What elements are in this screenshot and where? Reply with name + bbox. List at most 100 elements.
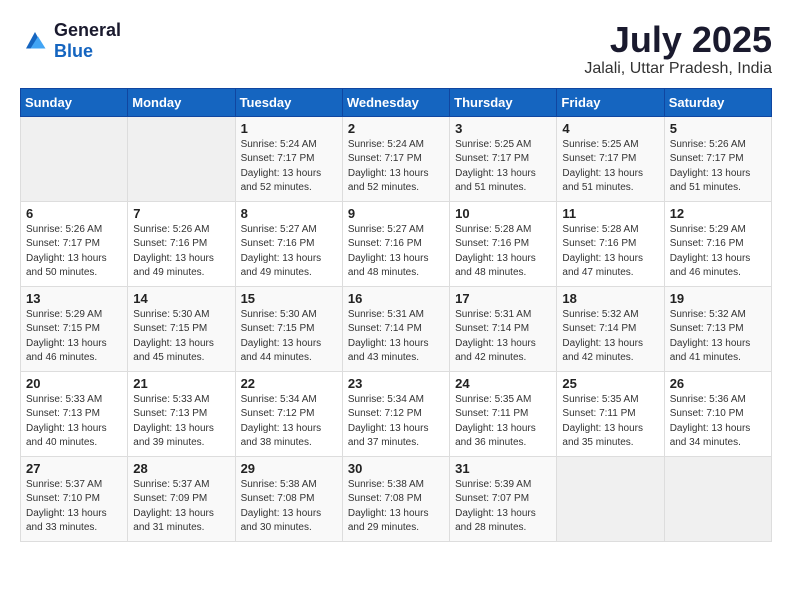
weekday-header-sunday: Sunday [21,88,128,116]
calendar-cell: 11 Sunrise: 5:28 AMSunset: 7:16 PMDayligh… [557,201,664,286]
day-info: Sunrise: 5:28 AMSunset: 7:16 PMDaylight:… [562,223,658,281]
calendar-cell: 2 Sunrise: 5:24 AMSunset: 7:17 PMDaylight… [342,116,449,201]
day-number: 31 [455,461,551,476]
day-number: 20 [26,376,122,391]
calendar-cell: 9 Sunrise: 5:27 AMSunset: 7:16 PMDaylight… [342,201,449,286]
calendar-table: SundayMondayTuesdayWednesdayThursdayFrid… [20,88,772,542]
day-info: Sunrise: 5:30 AMSunset: 7:15 PMDaylight:… [133,308,229,366]
calendar-cell: 14 Sunrise: 5:30 AMSunset: 7:15 PMDayligh… [128,286,235,371]
day-number: 13 [26,291,122,306]
day-info: Sunrise: 5:29 AMSunset: 7:16 PMDaylight:… [670,223,766,281]
day-number: 25 [562,376,658,391]
day-number: 12 [670,206,766,221]
day-info: Sunrise: 5:34 AMSunset: 7:12 PMDaylight:… [348,393,444,451]
calendar-cell: 10Sunrise: 5:28 AMSunset: 7:16 PMDayligh… [450,201,557,286]
day-info: Sunrise: 5:37 AMSunset: 7:10 PMDaylight:… [26,478,122,536]
calendar-cell: 29 Sunrise: 5:38 AMSunset: 7:08 PMDayligh… [235,456,342,541]
calendar-cell: 3 Sunrise: 5:25 AMSunset: 7:17 PMDaylight… [450,116,557,201]
day-number: 16 [348,291,444,306]
day-number: 29 [241,461,337,476]
day-info: Sunrise: 5:39 AMSunset: 7:07 PMDaylight:… [455,478,551,536]
day-number: 26 [670,376,766,391]
calendar-cell: 31 Sunrise: 5:39 AMSunset: 7:07 PMDayligh… [450,456,557,541]
calendar-cell: 28 Sunrise: 5:37 AMSunset: 7:09 PMDayligh… [128,456,235,541]
calendar-cell: 27 Sunrise: 5:37 AMSunset: 7:10 PMDayligh… [21,456,128,541]
day-number: 23 [348,376,444,391]
day-info: Sunrise: 5:33 AMSunset: 7:13 PMDaylight:… [26,393,122,451]
day-info: Sunrise: 5:30 AMSunset: 7:15 PMDaylight:… [241,308,337,366]
day-number: 3 [455,121,551,136]
calendar-cell: 4 Sunrise: 5:25 AMSunset: 7:17 PMDaylight… [557,116,664,201]
weekday-header-saturday: Saturday [664,88,771,116]
calendar-week-5: 27 Sunrise: 5:37 AMSunset: 7:10 PMDayligh… [21,456,772,541]
day-info: Sunrise: 5:24 AMSunset: 7:17 PMDaylight:… [241,138,337,196]
day-number: 19 [670,291,766,306]
calendar-cell: 1 Sunrise: 5:24 AMSunset: 7:17 PMDaylight… [235,116,342,201]
calendar-cell: 24Sunrise: 5:35 AMSunset: 7:11 PMDayligh… [450,371,557,456]
weekday-header-friday: Friday [557,88,664,116]
month-title: July 2025 [584,20,772,60]
day-number: 27 [26,461,122,476]
day-number: 10 [455,206,551,221]
calendar-cell: 16Sunrise: 5:31 AMSunset: 7:14 PMDayligh… [342,286,449,371]
calendar-cell: 8 Sunrise: 5:27 AMSunset: 7:16 PMDaylight… [235,201,342,286]
calendar-cell: 13 Sunrise: 5:29 AMSunset: 7:15 PMDayligh… [21,286,128,371]
day-number: 5 [670,121,766,136]
logo-general: General [54,20,121,40]
calendar-cell: 30Sunrise: 5:38 AMSunset: 7:08 PMDayligh… [342,456,449,541]
logo-icon [20,26,50,56]
calendar-cell [664,456,771,541]
calendar-cell: 6Sunrise: 5:26 AMSunset: 7:17 PMDaylight… [21,201,128,286]
calendar-cell: 23 Sunrise: 5:34 AMSunset: 7:12 PMDayligh… [342,371,449,456]
calendar-cell: 18 Sunrise: 5:32 AMSunset: 7:14 PMDayligh… [557,286,664,371]
calendar-week-3: 13 Sunrise: 5:29 AMSunset: 7:15 PMDayligh… [21,286,772,371]
day-number: 30 [348,461,444,476]
weekday-header-thursday: Thursday [450,88,557,116]
day-number: 18 [562,291,658,306]
day-number: 6 [26,206,122,221]
calendar-cell [557,456,664,541]
calendar-cell: 20 Sunrise: 5:33 AMSunset: 7:13 PMDayligh… [21,371,128,456]
calendar-week-4: 20 Sunrise: 5:33 AMSunset: 7:13 PMDayligh… [21,371,772,456]
day-info: Sunrise: 5:26 AMSunset: 7:17 PMDaylight:… [670,138,766,196]
day-number: 4 [562,121,658,136]
location-title: Jalali, Uttar Pradesh, India [584,60,772,78]
weekday-header-monday: Monday [128,88,235,116]
calendar-cell [128,116,235,201]
calendar-cell: 15 Sunrise: 5:30 AMSunset: 7:15 PMDayligh… [235,286,342,371]
day-info: Sunrise: 5:36 AMSunset: 7:10 PMDaylight:… [670,393,766,451]
day-info: Sunrise: 5:27 AMSunset: 7:16 PMDaylight:… [348,223,444,281]
day-info: Sunrise: 5:35 AMSunset: 7:11 PMDaylight:… [562,393,658,451]
day-number: 1 [241,121,337,136]
day-info: Sunrise: 5:37 AMSunset: 7:09 PMDaylight:… [133,478,229,536]
calendar-week-2: 6Sunrise: 5:26 AMSunset: 7:17 PMDaylight… [21,201,772,286]
day-info: Sunrise: 5:35 AMSunset: 7:11 PMDaylight:… [455,393,551,451]
day-number: 15 [241,291,337,306]
day-info: Sunrise: 5:38 AMSunset: 7:08 PMDaylight:… [241,478,337,536]
day-info: Sunrise: 5:24 AMSunset: 7:17 PMDaylight:… [348,138,444,196]
day-info: Sunrise: 5:32 AMSunset: 7:14 PMDaylight:… [562,308,658,366]
day-number: 2 [348,121,444,136]
day-number: 11 [562,206,658,221]
day-number: 9 [348,206,444,221]
day-number: 28 [133,461,229,476]
day-info: Sunrise: 5:25 AMSunset: 7:17 PMDaylight:… [455,138,551,196]
calendar-cell: 19Sunrise: 5:32 AMSunset: 7:13 PMDayligh… [664,286,771,371]
day-number: 8 [241,206,337,221]
calendar-cell: 17Sunrise: 5:31 AMSunset: 7:14 PMDayligh… [450,286,557,371]
page-header: General Blue July 2025 Jalali, Uttar Pra… [20,20,772,78]
day-info: Sunrise: 5:26 AMSunset: 7:16 PMDaylight:… [133,223,229,281]
day-number: 14 [133,291,229,306]
calendar-cell: 21Sunrise: 5:33 AMSunset: 7:13 PMDayligh… [128,371,235,456]
day-info: Sunrise: 5:29 AMSunset: 7:15 PMDaylight:… [26,308,122,366]
logo-blue: Blue [54,41,93,61]
calendar-cell: 5 Sunrise: 5:26 AMSunset: 7:17 PMDaylight… [664,116,771,201]
day-info: Sunrise: 5:34 AMSunset: 7:12 PMDaylight:… [241,393,337,451]
logo: General Blue [20,20,121,62]
calendar-cell: 12 Sunrise: 5:29 AMSunset: 7:16 PMDayligh… [664,201,771,286]
calendar-header-row: SundayMondayTuesdayWednesdayThursdayFrid… [21,88,772,116]
day-info: Sunrise: 5:27 AMSunset: 7:16 PMDaylight:… [241,223,337,281]
day-info: Sunrise: 5:25 AMSunset: 7:17 PMDaylight:… [562,138,658,196]
calendar-cell: 22Sunrise: 5:34 AMSunset: 7:12 PMDayligh… [235,371,342,456]
calendar-week-1: 1 Sunrise: 5:24 AMSunset: 7:17 PMDaylight… [21,116,772,201]
